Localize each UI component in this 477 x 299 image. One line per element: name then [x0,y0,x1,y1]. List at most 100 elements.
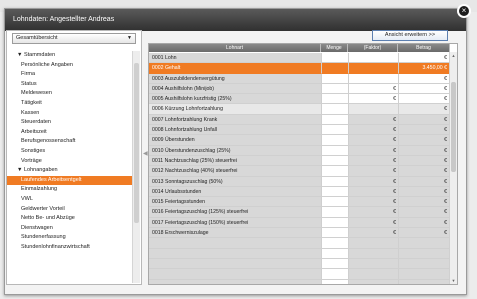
cell-faktor[interactable] [348,279,398,284]
cell-menge[interactable] [321,197,348,208]
cell-betrag[interactable]: € [398,53,450,64]
cell-lohnart[interactable]: 0012 Nachtzuschlag (40%) steuerfrei [149,166,321,177]
table-row[interactable]: 0013 Sonntagszuschlag (50%) € € [149,176,450,187]
cell-lohnart[interactable]: 0009 Überstunden [149,135,321,146]
cell-faktor[interactable]: € [348,125,398,136]
cell-lohnart[interactable]: 0018 Erschwerniszulage [149,228,321,239]
table-row[interactable] [149,238,450,249]
table-row[interactable]: 0004 Aushilfslohn (Minijob) € € [149,83,450,95]
cell-menge[interactable] [321,155,348,167]
cell-faktor[interactable]: € [348,186,398,198]
column-header-menge[interactable]: Menge [321,44,348,52]
scroll-down-icon[interactable]: ▼ [450,277,457,284]
table-row[interactable] [149,279,450,284]
cell-lohnart[interactable]: 0007 Lohnfortzahlung Krank [149,114,321,126]
cell-menge[interactable] [321,258,348,270]
cell-menge[interactable] [321,104,348,115]
table-row[interactable]: 0002 Gehalt 3.450,00 € [149,63,450,74]
cell-lohnart[interactable]: 0002 Gehalt [149,63,321,74]
cell-betrag[interactable]: € [398,104,450,115]
table-row[interactable]: 0011 Nachtzuschlag (25%) steuerfrei € € [149,155,450,167]
table-row[interactable]: 0006 Kürzung Lohnfortzahlung € [149,104,450,115]
table-row[interactable]: 0010 Überstundenzuschlag (25%) € € [149,145,450,156]
cell-lohnart[interactable] [149,238,321,249]
scrollbar-thumb[interactable] [451,82,456,172]
cell-betrag[interactable]: € [398,228,450,239]
cell-betrag[interactable]: € [398,186,450,198]
table-row[interactable] [149,258,450,270]
table-row[interactable]: 0016 Feiertagszuschlag (125%) steuerfrei… [149,207,450,218]
cell-lohnart[interactable]: 0006 Kürzung Lohnfortzahlung [149,104,321,115]
cell-lohnart[interactable]: 0016 Feiertagszuschlag (125%) steuerfrei [149,207,321,218]
cell-faktor[interactable]: € [348,155,398,167]
cell-betrag[interactable] [398,258,450,270]
cell-lohnart[interactable]: 0014 Urlaubsstunden [149,186,321,198]
table-row[interactable]: 0015 Feiertagsstunden € € [149,197,450,208]
cell-menge[interactable] [321,135,348,146]
cell-faktor[interactable]: € [348,207,398,218]
tree-item[interactable]: Dienstwagen [7,224,132,234]
tree-group[interactable]: ▼ Stammdaten [7,51,132,61]
cell-betrag[interactable] [398,269,450,280]
tree-item[interactable]: Tätigkeit [7,99,132,109]
tree-item[interactable]: Stundenlohnfinanzwirtschaft [7,243,132,253]
tree-item[interactable]: Geldwerter Vorteil [7,205,132,215]
cell-betrag[interactable]: € [398,145,450,156]
table-row[interactable]: 0008 Lohnfortzahlung Unfall € € [149,125,450,136]
table-row[interactable]: 0017 Feiertagszuschlag (150%) steuerfrei… [149,217,450,229]
cell-betrag[interactable]: € [398,125,450,136]
cell-faktor[interactable]: € [348,176,398,187]
cell-betrag[interactable] [398,248,450,259]
cell-betrag[interactable] [398,238,450,249]
tree-group[interactable]: ▼ Lohnangaben [7,166,132,176]
table-row[interactable]: 0001 Lohn € [149,53,450,64]
tree-item[interactable]: Status [7,80,132,90]
cell-faktor[interactable]: € [348,94,398,105]
tree-item[interactable]: VWL [7,195,132,205]
cell-faktor[interactable]: € [348,145,398,156]
cell-menge[interactable] [321,238,348,249]
column-header-faktor[interactable]: (Faktor) [348,44,398,52]
tree-item[interactable]: Steuerdaten [7,118,132,128]
close-icon[interactable]: × [457,4,471,18]
cell-lohnart[interactable] [149,248,321,259]
tree-item[interactable]: Stundenerfassung [7,233,132,243]
table-row[interactable]: 0012 Nachtzuschlag (40%) steuerfrei € € [149,166,450,177]
tree-item[interactable]: Persönliche Angaben [7,61,132,71]
cell-menge[interactable] [321,166,348,177]
tree-item[interactable]: Einmalzahlung [7,185,132,195]
tree-item[interactable]: Kassen [7,109,132,119]
tree-item[interactable]: Meldewesen [7,89,132,99]
cell-betrag[interactable]: € [398,166,450,177]
cell-menge[interactable] [321,53,348,64]
tree-item[interactable]: Netto Be- und Abzüge [7,214,132,224]
scroll-up-icon[interactable]: ▲ [450,52,457,59]
cell-betrag[interactable]: € [398,135,450,146]
cell-lohnart[interactable]: 0017 Feiertagszuschlag (150%) steuerfrei [149,217,321,229]
cell-lohnart[interactable]: 0005 Aushilfslohn kurzfristig (25%) [149,94,321,105]
cell-menge[interactable] [321,125,348,136]
panel-splitter-icon[interactable]: ◀ [143,150,148,170]
table-row[interactable]: 0005 Aushilfslohn kurzfristig (25%) € € [149,94,450,105]
cell-faktor[interactable]: € [348,166,398,177]
cell-faktor[interactable] [348,258,398,270]
cell-menge[interactable] [321,73,348,84]
tree-item[interactable]: Sonstiges [7,147,132,157]
tree-item[interactable]: Vorträge [7,157,132,167]
cell-betrag[interactable]: € [398,207,450,218]
column-header-betrag[interactable]: Betrag [398,44,450,52]
grid-scrollbar[interactable]: ▲ ▼ [449,52,457,284]
table-row[interactable] [149,269,450,280]
cell-faktor[interactable] [348,63,398,74]
tree-item[interactable]: Firma [7,70,132,80]
cell-menge[interactable] [321,207,348,218]
cell-lohnart[interactable]: 0003 Auszubildendenvergütung [149,73,321,84]
navigation-scrollbar[interactable] [132,51,140,283]
cell-betrag[interactable]: € [398,114,450,126]
cell-betrag[interactable]: 3.450,00 € [398,63,450,74]
cell-betrag[interactable]: € [398,155,450,167]
cell-lohnart[interactable]: 0011 Nachtzuschlag (25%) steuerfrei [149,155,321,167]
cell-lohnart[interactable]: 0013 Sonntagszuschlag (50%) [149,176,321,187]
table-row[interactable]: 0009 Überstunden € € [149,135,450,146]
cell-betrag[interactable]: € [398,176,450,187]
